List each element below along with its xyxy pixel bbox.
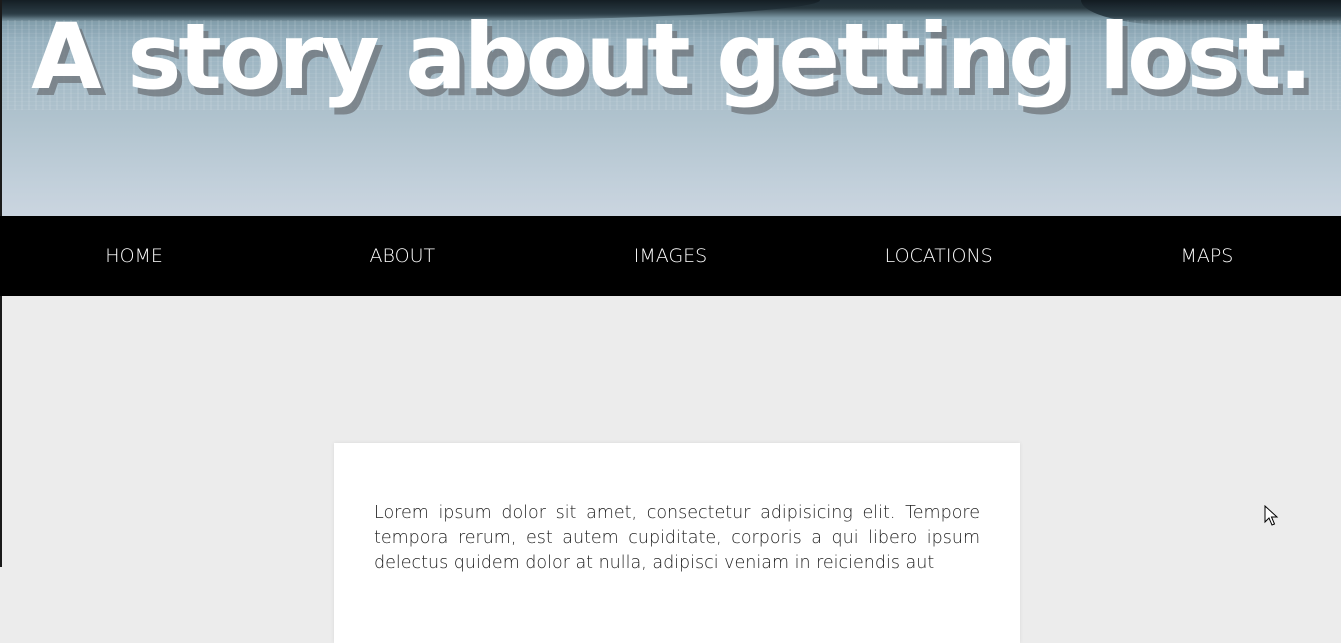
- nav-item-maps[interactable]: MAPS: [1073, 216, 1341, 296]
- page-title: A story about getting lost.: [31, 5, 1313, 110]
- content-paragraph: Lorem ipsum dolor sit amet, consectetur …: [374, 503, 980, 573]
- main-navigation: HOME ABOUT IMAGES LOCATIONS MAPS: [0, 216, 1341, 296]
- hero-banner: A story about getting lost.: [0, 0, 1341, 216]
- window-left-border-lower: [0, 296, 2, 567]
- nav-item-locations[interactable]: LOCATIONS: [805, 216, 1073, 296]
- mouse-pointer-icon: [1264, 505, 1279, 526]
- nav-item-home[interactable]: HOME: [0, 216, 268, 296]
- nav-item-about[interactable]: ABOUT: [268, 216, 536, 296]
- nav-item-images[interactable]: IMAGES: [536, 216, 804, 296]
- content-card: Lorem ipsum dolor sit amet, consectetur …: [334, 443, 1020, 643]
